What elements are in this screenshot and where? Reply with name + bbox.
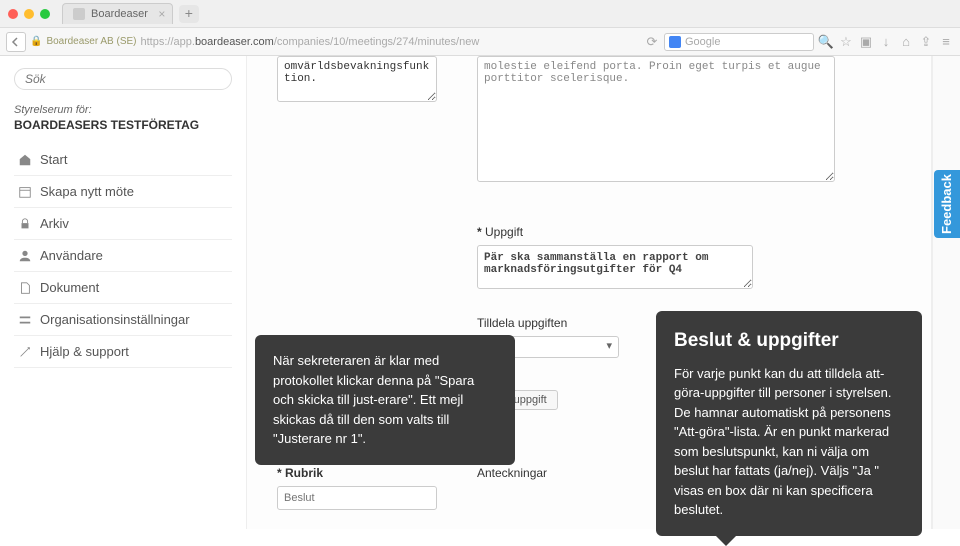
zoom-window-icon[interactable] <box>40 9 50 19</box>
lock-icon <box>18 217 32 231</box>
sidebar-item-new-meeting[interactable]: Skapa nytt möte <box>14 176 232 208</box>
sidebar-item-archive[interactable]: Arkiv <box>14 208 232 240</box>
bookmark-icon[interactable]: ☆ <box>838 34 854 50</box>
close-window-icon[interactable] <box>8 9 18 19</box>
clipboard-icon[interactable]: ▣ <box>858 34 874 50</box>
file-icon <box>18 281 32 295</box>
minimize-window-icon[interactable] <box>24 9 34 19</box>
boardroom-for-label: Styrelserum för: <box>14 104 232 116</box>
close-tab-icon[interactable]: × <box>156 8 168 20</box>
browser-search-input[interactable]: Google <box>664 33 814 51</box>
settings-icon <box>18 313 32 327</box>
browser-tab[interactable]: Boardeaser × <box>62 3 173 24</box>
feedback-tab[interactable]: Feedback <box>934 170 960 238</box>
url-domain: boardeaser.com <box>195 36 274 48</box>
google-icon <box>669 36 681 48</box>
tab-title: Boardeaser <box>91 8 148 20</box>
favicon-icon <box>73 8 85 20</box>
window-titlebar: Boardeaser × + <box>0 0 960 28</box>
search-glass-icon[interactable]: 🔍 <box>818 34 834 50</box>
sidebar-item-documents[interactable]: Dokument <box>14 272 232 304</box>
user-icon <box>18 249 32 263</box>
sidebar-search-input[interactable] <box>14 68 232 90</box>
help-icon <box>18 345 32 359</box>
sidebar-item-org-settings[interactable]: Organisationsinställningar <box>14 304 232 336</box>
sidebar-item-label: Dokument <box>40 280 99 295</box>
left-note-textarea[interactable] <box>277 56 437 102</box>
url-field[interactable]: https://app.boardeaser.com/companies/10/… <box>141 36 641 48</box>
callout-protocol: När sekreteraren är klar med protokollet… <box>255 335 515 465</box>
sidebar-item-label: Organisationsinställningar <box>40 312 190 327</box>
lock-icon: 🔒 <box>30 36 42 47</box>
menu-icon[interactable]: ≡ <box>938 34 954 50</box>
task-label: * * UppgiftUppgift <box>477 225 901 239</box>
download-icon[interactable]: ↓ <box>878 34 894 50</box>
callout-protocol-text: När sekreteraren är klar med protokollet… <box>273 353 474 446</box>
url-path: /companies/10/meetings/274/minutes/new <box>274 36 479 48</box>
sidebar-item-label: Hjälp & support <box>40 344 129 359</box>
sidebar-item-start[interactable]: Start <box>14 144 232 176</box>
home-icon[interactable]: ⌂ <box>898 34 914 50</box>
new-tab-button[interactable]: + <box>179 5 199 23</box>
sidebar-item-label: Arkiv <box>40 216 69 231</box>
traffic-lights <box>8 9 50 19</box>
right-note-textarea[interactable] <box>477 56 835 182</box>
url-toolbar: 🔒 Boardeaser AB (SE) https://app.boardea… <box>0 28 960 56</box>
callout-decisions-text: För varje punkt kan du att tilldela att-… <box>674 366 892 518</box>
reload-icon[interactable]: ⟳ <box>644 34 660 50</box>
sidebar-item-label: Användare <box>40 248 103 263</box>
search-placeholder: Google <box>685 36 720 48</box>
url-prefix: https://app. <box>141 36 195 48</box>
sidebar-item-label: Skapa nytt möte <box>40 184 134 199</box>
sidebar: Styrelserum för: BOARDEASERS TESTFÖRETAG… <box>0 56 246 529</box>
sidebar-item-help[interactable]: Hjälp & support <box>14 336 232 368</box>
callout-decisions-title: Beslut & uppgifter <box>674 327 904 356</box>
ssl-company-badge: Boardeaser AB (SE) <box>46 36 136 47</box>
right-gutter <box>932 56 960 529</box>
calendar-icon <box>18 185 32 199</box>
callout-decisions: Beslut & uppgifter För varje punkt kan d… <box>656 311 922 536</box>
task-textarea[interactable] <box>477 245 753 289</box>
back-button[interactable] <box>6 32 26 52</box>
home-icon <box>18 153 32 167</box>
rubrik-label: * Rubrik <box>277 466 437 480</box>
sidebar-item-label: Start <box>40 152 67 167</box>
share-icon[interactable]: ⇪ <box>918 34 934 50</box>
rubrik-input[interactable] <box>277 486 437 510</box>
sidebar-item-users[interactable]: Användare <box>14 240 232 272</box>
company-name: BOARDEASERS TESTFÖRETAG <box>14 118 232 132</box>
